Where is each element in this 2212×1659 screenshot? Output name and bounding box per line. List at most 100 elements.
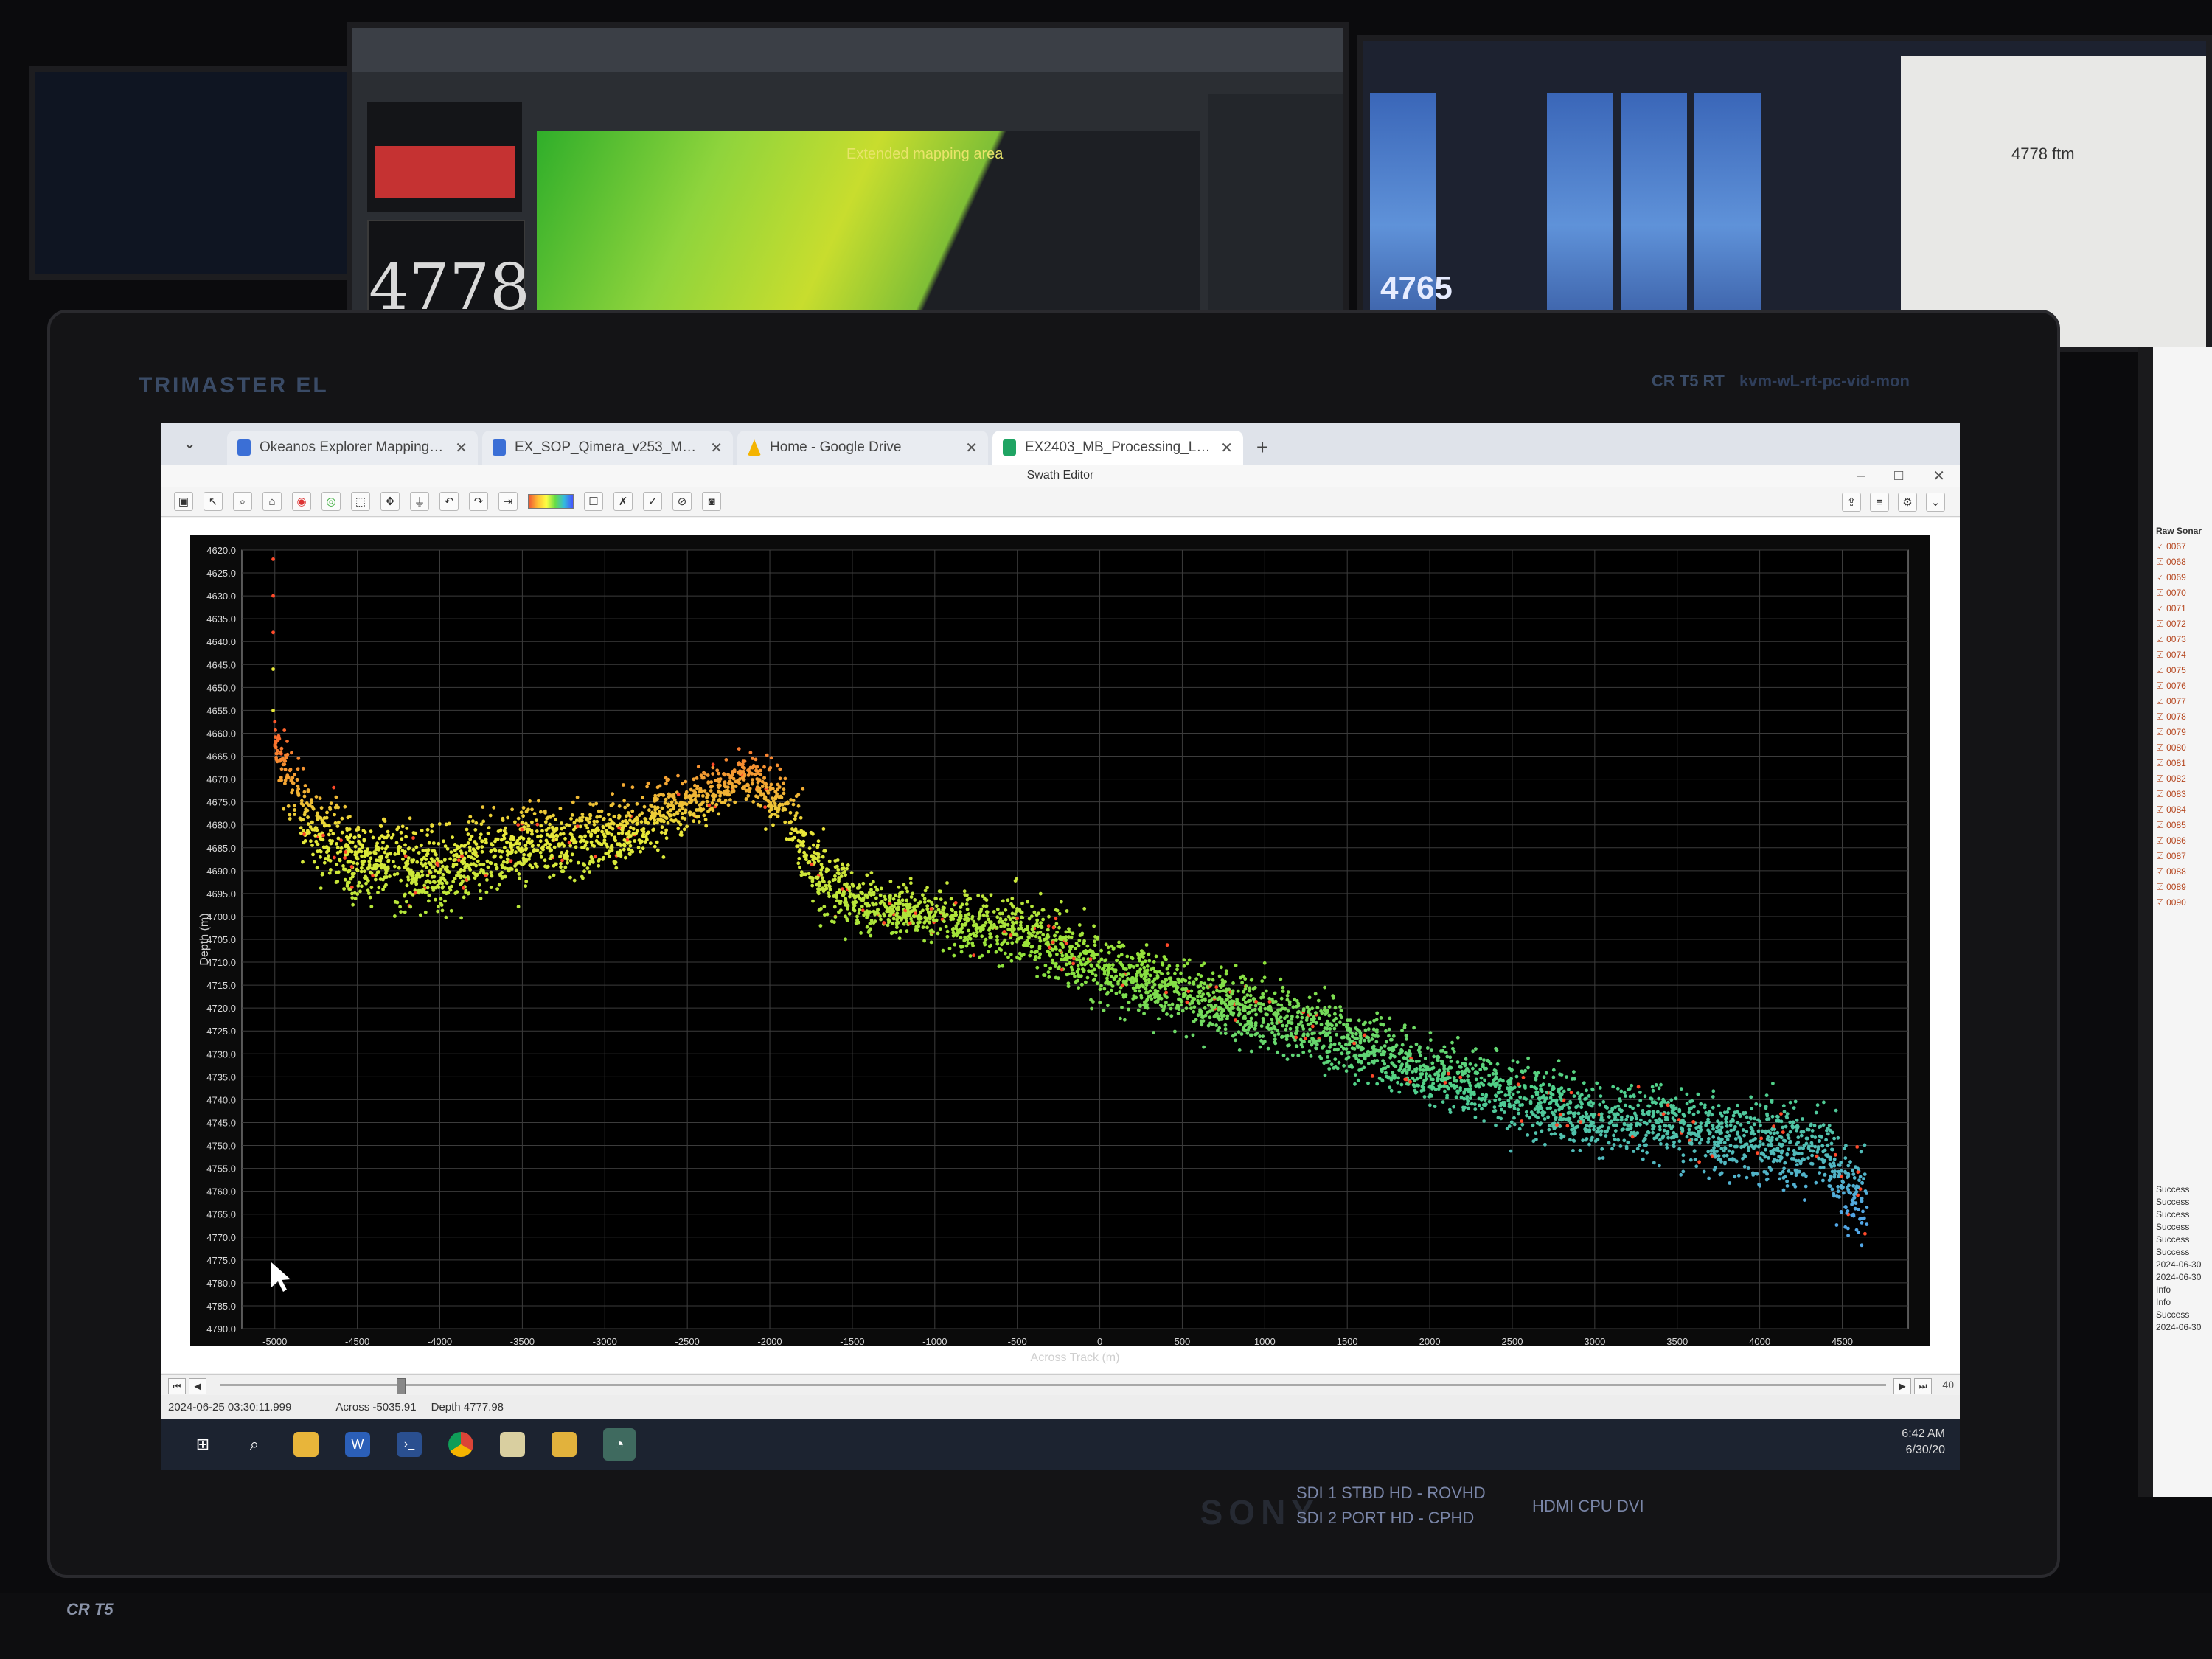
swath-scatter-plot[interactable]: 4620.04625.04630.04635.04640.04645.04650… bbox=[161, 518, 1960, 1373]
sounding-point bbox=[1587, 1142, 1591, 1147]
sounding-point bbox=[625, 814, 628, 818]
sounding-point bbox=[655, 785, 660, 790]
export-icon[interactable]: ⇪ bbox=[1842, 493, 1861, 512]
select-icon[interactable]: ◉ bbox=[292, 492, 311, 511]
sounding-point bbox=[786, 801, 790, 806]
browser-tab[interactable]: Okeanos Explorer Mapping SOP ✕ bbox=[227, 431, 478, 465]
sounding-point bbox=[1636, 1103, 1641, 1107]
colormap-icon[interactable] bbox=[528, 494, 574, 509]
rect-select-icon[interactable]: ⬚ bbox=[351, 492, 370, 511]
sounding-point bbox=[1540, 1110, 1544, 1115]
sounding-point bbox=[1254, 1012, 1258, 1017]
sounding-point bbox=[283, 779, 288, 782]
sounding-point bbox=[847, 886, 851, 891]
sounding-point bbox=[663, 801, 667, 805]
close-tab-icon[interactable]: ✕ bbox=[455, 439, 467, 457]
sounding-point bbox=[588, 870, 592, 874]
sounding-point bbox=[1209, 1004, 1214, 1009]
sounding-point bbox=[936, 908, 941, 912]
sounding-point bbox=[1311, 1037, 1315, 1041]
sounding-point bbox=[626, 841, 630, 845]
sounding-point bbox=[954, 913, 959, 917]
pointer-icon[interactable]: ↖ bbox=[204, 492, 223, 511]
sounding-point bbox=[1319, 1023, 1324, 1026]
sounding-point bbox=[1201, 986, 1206, 990]
sounding-point bbox=[1724, 1135, 1728, 1138]
chevron-down-icon[interactable]: ⌄ bbox=[1926, 493, 1945, 512]
swath-plot-panel[interactable]: 4620.0 4625.0 4630.0 4635.0 4640.0 4645.0 4650… bbox=[161, 518, 1960, 1373]
sounding-point bbox=[1708, 1110, 1711, 1114]
browser-tab[interactable]: EX2403_MB_Processing_Log - G ✕ bbox=[992, 431, 1243, 465]
sounding-point bbox=[517, 872, 521, 876]
sounding-point bbox=[852, 908, 856, 911]
sounding-point bbox=[1781, 1169, 1785, 1174]
sounding-point bbox=[984, 937, 988, 942]
filter-icon[interactable]: ⏚ bbox=[410, 492, 429, 511]
sounding-point bbox=[995, 915, 1000, 919]
close-tab-icon[interactable]: ✕ bbox=[1220, 439, 1233, 457]
sounding-point bbox=[1183, 978, 1188, 983]
sounding-point bbox=[1599, 1129, 1604, 1133]
sounding-point bbox=[353, 897, 358, 901]
browser-tab-strip: ⌄ Okeanos Explorer Mapping SOP ✕ EX_SOP_… bbox=[161, 423, 1960, 465]
sounding-point bbox=[552, 873, 556, 877]
undo-icon[interactable]: ↶ bbox=[439, 492, 459, 511]
sounding-point bbox=[559, 865, 563, 869]
sounding-point bbox=[827, 894, 831, 899]
save-icon[interactable]: ▣ bbox=[174, 492, 193, 511]
sounding-point bbox=[1375, 1082, 1380, 1086]
camera-icon[interactable]: ◙ bbox=[702, 492, 721, 511]
sounding-point bbox=[309, 839, 313, 844]
window-controls: – □ ✕ bbox=[1857, 465, 1945, 487]
sounding-point bbox=[664, 797, 668, 801]
new-tab-button[interactable]: + bbox=[1248, 431, 1277, 465]
browser-tab[interactable]: Home - Google Drive ✕ bbox=[737, 431, 988, 465]
layers-icon[interactable]: ≡ bbox=[1870, 493, 1889, 512]
sounding-point bbox=[465, 827, 469, 832]
reject-icon[interactable]: ✗ bbox=[613, 492, 633, 511]
minimize-button[interactable]: – bbox=[1857, 467, 1865, 484]
browser-tab[interactable]: EX_SOP_Qimera_v253_Multibeam ✕ bbox=[482, 431, 733, 465]
sounding-point bbox=[1217, 1007, 1220, 1012]
sounding-point bbox=[1821, 1166, 1826, 1169]
tab-list-chevron-icon[interactable]: ⌄ bbox=[183, 434, 196, 453]
settings-icon[interactable]: ⚙ bbox=[1898, 493, 1917, 512]
sounding-point bbox=[1865, 1222, 1869, 1226]
sounding-point bbox=[693, 797, 698, 801]
sounding-point bbox=[1641, 1139, 1646, 1143]
sounding-point bbox=[1270, 1021, 1274, 1026]
sounding-point bbox=[1764, 1178, 1769, 1182]
sounding-point bbox=[651, 828, 655, 832]
zoom-icon[interactable]: ⌕ bbox=[233, 492, 252, 511]
close-button[interactable]: ✕ bbox=[1933, 467, 1945, 485]
sounding-point bbox=[1164, 978, 1168, 981]
sounding-point bbox=[1694, 1126, 1699, 1130]
sounding-point bbox=[971, 923, 975, 928]
sounding-point bbox=[1009, 959, 1014, 963]
sounding-point bbox=[329, 829, 333, 832]
sounding-point bbox=[481, 863, 485, 866]
accept-icon[interactable]: ✓ bbox=[643, 492, 662, 511]
home-icon[interactable]: ⌂ bbox=[262, 492, 282, 511]
close-tab-icon[interactable]: ✕ bbox=[710, 439, 723, 457]
sounding-point bbox=[1576, 1091, 1580, 1095]
step-icon[interactable]: ⇥ bbox=[498, 492, 518, 511]
lasso-icon[interactable]: ◎ bbox=[321, 492, 341, 511]
sounding-point bbox=[1863, 1172, 1867, 1176]
sounding-point bbox=[1111, 963, 1115, 967]
redo-icon[interactable]: ↷ bbox=[469, 492, 488, 511]
pan-icon[interactable]: ✥ bbox=[380, 492, 400, 511]
sounding-point bbox=[1039, 921, 1043, 925]
maximize-button[interactable]: □ bbox=[1894, 467, 1903, 484]
sounding-point bbox=[1688, 1107, 1692, 1111]
sounding-point bbox=[1301, 1050, 1306, 1054]
sounding-point bbox=[566, 860, 569, 865]
sounding-point bbox=[1327, 1005, 1332, 1009]
clear-icon[interactable]: ⊘ bbox=[672, 492, 692, 511]
sounding-point bbox=[635, 801, 639, 806]
close-tab-icon[interactable]: ✕ bbox=[965, 439, 978, 457]
sounding-point bbox=[459, 916, 463, 920]
box-select-icon[interactable]: ☐ bbox=[584, 492, 603, 511]
sounding-point bbox=[1681, 1169, 1686, 1174]
sounding-point bbox=[1746, 1166, 1750, 1170]
